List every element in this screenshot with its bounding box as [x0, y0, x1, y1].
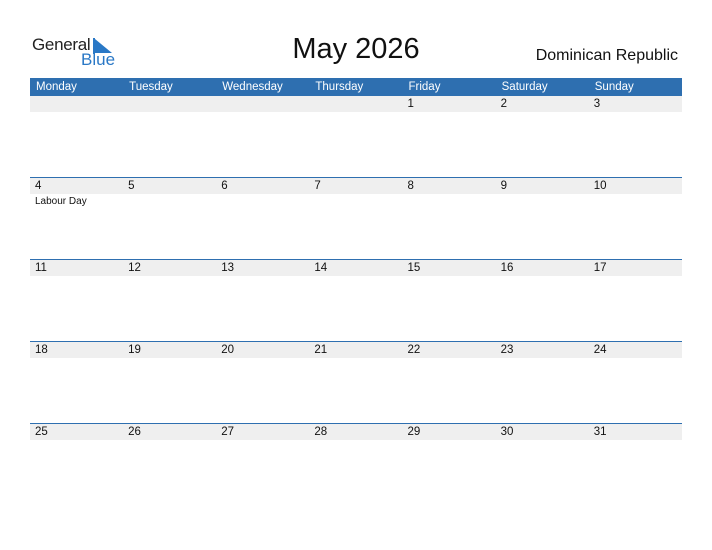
day-number: 1	[407, 98, 414, 110]
day-number: 5	[128, 180, 135, 192]
holiday-label	[309, 358, 402, 359]
day-number: 3	[593, 98, 601, 110]
weekday-wednesday: Wednesday	[222, 81, 283, 93]
weeks-container: 1 2 3 4 5 6 7 8 9 10 Labour Day 11 12 13 14 15 16 17 18 19 2…	[30, 96, 682, 505]
week-row: 18 19 20 21 22 23 24	[30, 341, 682, 423]
day-number-strip: 11 12 13 14 15 16 17	[30, 260, 682, 276]
holiday-label	[123, 358, 216, 359]
week-row: 11 12 13 14 15 16 17	[30, 259, 682, 341]
day-number: 7	[314, 180, 321, 192]
holiday-label	[496, 440, 589, 441]
day-number	[123, 96, 216, 112]
country-name: Dominican Republic	[535, 47, 678, 64]
holiday-label	[216, 276, 309, 277]
day-number: 30	[500, 426, 514, 438]
holiday-label	[589, 194, 682, 209]
holiday-label	[496, 112, 589, 113]
event-row	[30, 440, 682, 441]
day-number: 11	[35, 262, 47, 274]
day-number: 18	[35, 344, 48, 356]
holiday-label	[589, 440, 682, 441]
holiday-label	[123, 440, 216, 441]
holiday-label	[309, 194, 402, 209]
holiday-label	[403, 194, 496, 209]
event-row	[30, 112, 682, 113]
day-number: 4	[35, 180, 42, 192]
day-number: 19	[128, 344, 141, 356]
weekday-saturday: Saturday	[501, 81, 548, 93]
holiday-label	[496, 358, 589, 359]
holiday-label	[403, 440, 496, 441]
holiday-label	[496, 194, 589, 209]
day-number: 8	[407, 180, 414, 192]
day-number: 14	[314, 262, 328, 274]
day-number: 6	[221, 180, 228, 192]
holiday-label	[403, 358, 496, 359]
day-number: 29	[407, 426, 421, 438]
day-number: 16	[500, 262, 514, 274]
day-number: 27	[221, 426, 235, 438]
day-number: 12	[128, 262, 141, 274]
day-number: 17	[593, 262, 607, 274]
weekday-thursday: Thursday	[315, 81, 364, 93]
day-number-strip: 18 19 20 21 22 23 24	[30, 342, 682, 358]
event-row: Labour Day	[30, 194, 682, 209]
holiday-label	[216, 440, 309, 441]
holiday-label	[403, 112, 496, 113]
day-number: 23	[500, 344, 514, 356]
holiday-label	[589, 276, 682, 277]
holiday-label	[309, 112, 402, 113]
week-row: 4 5 6 7 8 9 10 Labour Day	[30, 177, 682, 259]
holiday-label	[30, 112, 123, 113]
day-number: 31	[593, 426, 607, 438]
holiday-label	[216, 358, 309, 359]
day-number: 9	[500, 180, 508, 192]
week-row: 25 26 27 28 29 30 31	[30, 423, 682, 505]
holiday-label	[123, 194, 216, 209]
day-number: 13	[221, 262, 235, 274]
holiday-label	[496, 276, 589, 277]
holiday-label	[309, 440, 402, 441]
weekday-tuesday: Tuesday	[129, 81, 173, 93]
event-row	[30, 276, 682, 277]
holiday-label	[30, 440, 123, 441]
weekday-sunday: Sunday	[594, 81, 634, 93]
day-number-strip: 4 5 6 7 8 9 10	[30, 178, 682, 194]
day-number: 21	[314, 344, 328, 356]
day-number: 25	[35, 426, 48, 438]
holiday-label	[30, 276, 123, 277]
weekday-friday: Friday	[408, 81, 441, 93]
day-number	[30, 96, 123, 112]
holiday-label	[403, 276, 496, 277]
holiday-label	[309, 276, 402, 277]
weekday-monday: Monday	[36, 81, 77, 93]
day-number: 22	[407, 344, 421, 356]
holiday-label: Labour Day	[35, 196, 87, 207]
week-row: 1 2 3	[30, 96, 682, 177]
holiday-label	[216, 194, 309, 209]
day-number	[216, 96, 309, 112]
day-number: 20	[221, 344, 235, 356]
holiday-label	[123, 276, 216, 277]
holiday-label	[216, 112, 309, 113]
day-number: 15	[407, 262, 421, 274]
day-number: 24	[593, 344, 607, 356]
holiday-label	[123, 112, 216, 113]
day-number: 28	[314, 426, 328, 438]
holiday-label	[589, 112, 682, 113]
day-number: 2	[500, 98, 508, 110]
day-number: 26	[128, 426, 141, 438]
holiday-label	[589, 358, 682, 359]
event-row	[30, 358, 682, 359]
day-number-strip: 25 26 27 28 29 30 31	[30, 424, 682, 440]
calendar-grid: Monday Tuesday Wednesday Thursday Friday…	[30, 78, 682, 505]
holiday-label	[30, 358, 123, 359]
day-number: 10	[593, 180, 607, 192]
weekday-header: Monday Tuesday Wednesday Thursday Friday…	[30, 78, 682, 96]
day-number-strip: 1 2 3	[30, 96, 682, 112]
day-number	[309, 96, 402, 112]
